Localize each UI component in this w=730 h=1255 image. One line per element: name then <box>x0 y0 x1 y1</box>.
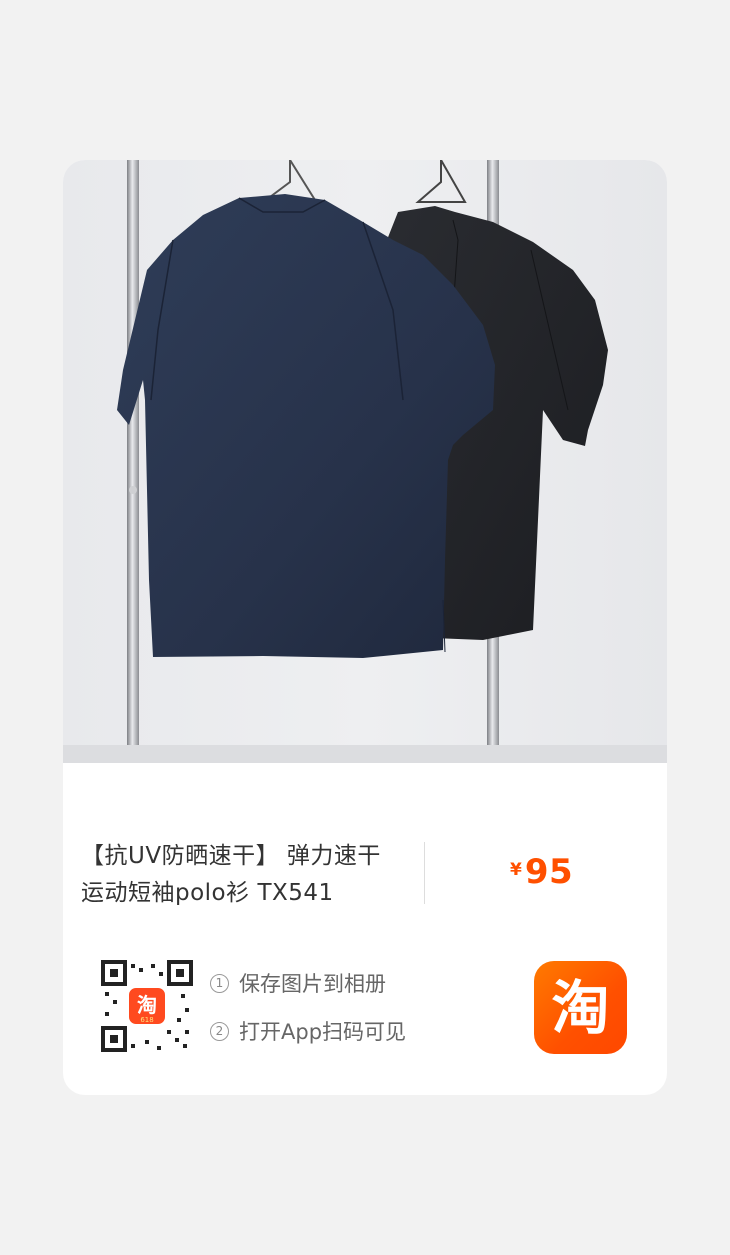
product-image[interactable] <box>63 160 667 763</box>
step-2-number: 2 <box>210 1021 229 1041</box>
price: ¥95 <box>510 852 573 892</box>
divider <box>424 842 425 904</box>
product-title: 【抗UV防晒速干】 弹力速干 运动短袖polo衫 TX541 <box>81 843 381 906</box>
app-icon-char: 淘 <box>551 973 610 1042</box>
instruction-step-1: 1 保存图片到相册 <box>210 968 386 998</box>
step-2-text: 打开App扫码可见 <box>239 1020 407 1044</box>
step-1-text: 保存图片到相册 <box>239 972 386 996</box>
taobao-app-icon[interactable]: 淘 <box>534 961 627 1054</box>
share-card: 【抗UV防晒速干】 弹力速干 运动短袖polo衫 TX541 ¥95 淘 618… <box>63 160 667 1095</box>
qr-code-icon: 淘 618 <box>101 960 193 1052</box>
price-value: 95 <box>524 852 574 892</box>
instruction-step-2: 2 打开App扫码可见 <box>210 1016 406 1046</box>
step-1-number: 1 <box>210 973 229 993</box>
qr-badge-char: 淘 <box>137 993 157 1017</box>
qr-badge-sub: 618 <box>140 1016 153 1024</box>
currency-symbol: ¥ <box>510 860 522 880</box>
